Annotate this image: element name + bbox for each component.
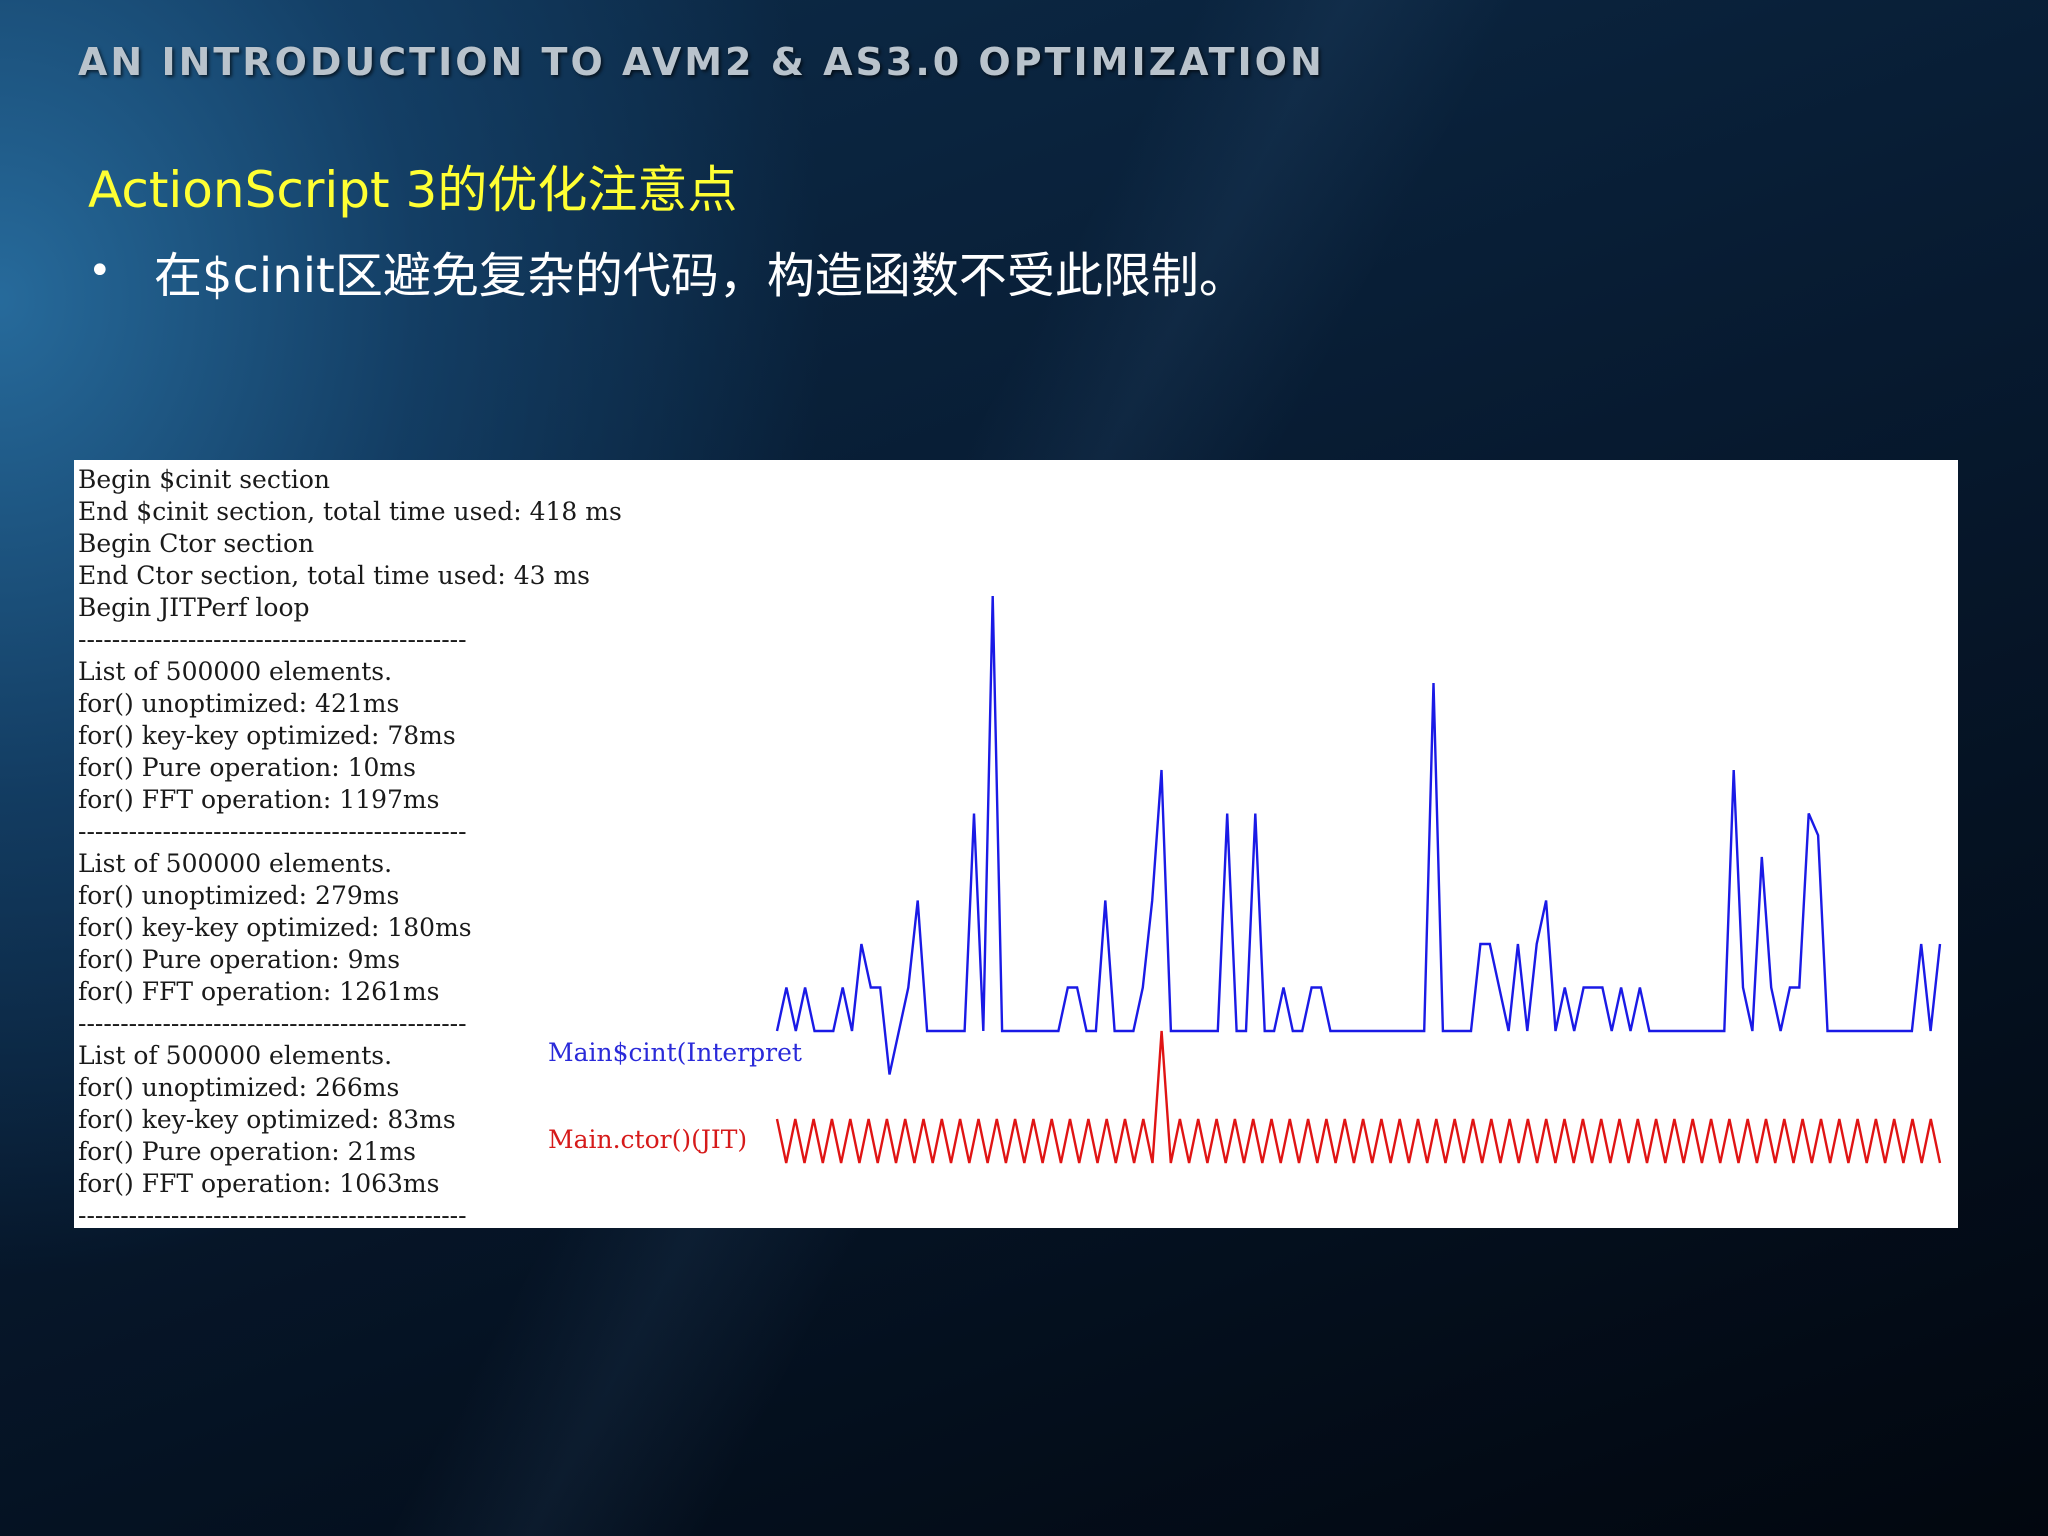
perf-chart [775,595,1942,1164]
series-line-cinit [775,595,1942,1075]
slide-header: AN INTRODUCTION TO AVM2 & AS3.0 OPTIMIZA… [78,40,1325,84]
slide-subtitle: ActionScript 3的优化注意点 [88,161,738,219]
bullet-dot-icon: • [88,248,112,294]
bullet-item: • 在$cinit区避免复杂的代码，构造函数不受此限制。 [88,236,1247,306]
screenshot-panel: Begin $cinit section End $cinit section, … [74,460,1958,1230]
series-line-ctor [775,1030,1942,1164]
bullet-text: 在$cinit区避免复杂的代码，构造函数不受此限制。 [154,248,1247,304]
